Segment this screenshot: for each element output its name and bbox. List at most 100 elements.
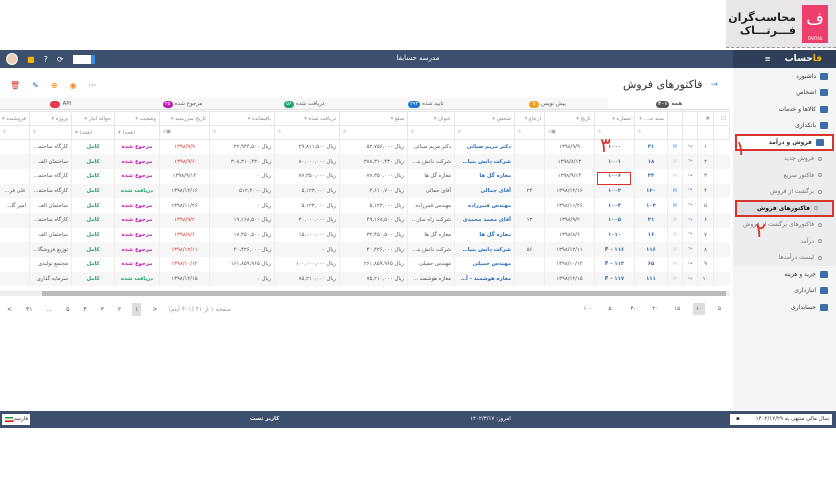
column-header[interactable]: تاریخ سررسید ▾	[159, 111, 210, 126]
sidebar-item[interactable]: درآمد	[733, 233, 836, 250]
document-link[interactable]: ۱۸	[634, 154, 668, 169]
column-header[interactable]: شماره ▾	[594, 111, 635, 126]
filter-input[interactable]: ⌕	[514, 125, 545, 140]
page-button[interactable]: ۴	[80, 303, 89, 316]
customer-link[interactable]: مغازه هوشمند - آقای	[454, 271, 515, 287]
invoice-number-link[interactable]: ۱۰۰۴	[594, 198, 635, 213]
document-link[interactable]: ۱۱۱	[634, 271, 668, 287]
customer-link[interactable]: مغازه گل ها	[454, 227, 515, 243]
fiscal-year-select[interactable]: سال مالی منتهی به ۱۴۰۲/۱۲/۲۹ ▪	[730, 414, 832, 425]
sidebar-item[interactable]: خرید و هزینه	[733, 266, 836, 283]
delete-icon[interactable]: 🗑	[10, 81, 20, 90]
filter-input[interactable]: (همه) ▾	[71, 125, 115, 140]
customer-link[interactable]: آقای محمد محمدی	[454, 212, 515, 228]
back-arrow-icon[interactable]: →	[710, 80, 718, 90]
row-checkbox[interactable]	[713, 183, 730, 199]
sidebar-item[interactable]: بانکداری	[733, 118, 836, 135]
message-icon[interactable]: ✉	[667, 227, 683, 243]
view-icon[interactable]: ◉	[70, 81, 77, 90]
filter-input[interactable]: ⌕	[454, 125, 515, 140]
invoice-number-link[interactable]: F - ۱۱۶	[594, 242, 635, 257]
sidebar-item[interactable]: انبارداری	[733, 283, 836, 300]
page-button[interactable]: ۳	[98, 303, 107, 316]
customer-link[interactable]: آقای جمالی	[454, 183, 515, 199]
invoice-number-link[interactable]: ۱۰۰۵	[594, 212, 635, 228]
row-checkbox[interactable]	[713, 271, 730, 287]
invoice-number-link[interactable]: ۱۰۱۰	[594, 227, 635, 243]
table-row[interactable]: ۸ ⤳ ✉ ۱۱۶ F - ۱۱۶ ۱۳۹۸/۱۲/۱۱ ۵۶ شرکت دانش بنیان…	[0, 242, 730, 257]
document-link[interactable]: ۶۵	[634, 257, 668, 272]
status-icon[interactable]: ⤳	[682, 183, 698, 199]
page-size-option[interactable]: ۱۰۰	[581, 303, 596, 315]
edit-icon[interactable]: ✎	[32, 81, 39, 90]
tab-5[interactable]: API۰	[0, 98, 122, 109]
row-checkbox[interactable]	[713, 212, 730, 228]
column-header[interactable]: تاریخ ▾	[544, 111, 595, 126]
status-icon[interactable]: ⤳	[682, 198, 698, 213]
document-link[interactable]: ۳۱	[634, 212, 668, 228]
message-icon[interactable]: ✉	[667, 242, 683, 257]
column-header[interactable]: عنوان ▾	[407, 111, 455, 126]
message-icon[interactable]: ✉	[667, 168, 683, 184]
calendar-icon[interactable]: ▣	[551, 129, 556, 135]
sidebar-item[interactable]: فاکتور سریع	[733, 167, 836, 184]
sidebar-item[interactable]: فاکتورهای فروش	[735, 200, 834, 217]
column-header[interactable]: #	[697, 111, 714, 126]
column-header[interactable]: ارجاع ▾	[514, 111, 545, 126]
document-link[interactable]: ۴۴	[634, 168, 668, 184]
filter-input[interactable]	[697, 125, 714, 140]
customer-link[interactable]: دکتر مریم صبائی	[454, 139, 515, 155]
column-header[interactable]: فروشنده ▾	[0, 111, 30, 126]
page-size-option[interactable]: ۳۰	[627, 303, 639, 315]
customer-link[interactable]: مغازه گل ها	[454, 168, 515, 184]
column-header[interactable]: شخص ▾	[454, 111, 515, 126]
tab-4[interactable]: مرجوع شده۲۵	[122, 98, 244, 109]
row-checkbox[interactable]	[713, 242, 730, 257]
invoice-number-link[interactable]: ۱۰۰۳	[594, 183, 635, 199]
calendar-icon[interactable]: ▣	[166, 129, 171, 135]
column-header[interactable]: دریافت شده ▾	[274, 111, 340, 126]
message-icon[interactable]: ✉	[667, 212, 683, 228]
filter-select[interactable]: (همه)	[122, 130, 135, 136]
more-icon[interactable]: ···	[89, 81, 97, 90]
row-checkbox[interactable]	[713, 227, 730, 243]
language-select[interactable]: فارسی	[2, 414, 30, 425]
table-row[interactable]: ۶ ⤳ ✉ ۳۱ ۱۰۰۵ ۱۳۹۸/۹/۲ ۱۳ آقای محمد محمدی شرکت ر…	[0, 212, 730, 228]
status-icon[interactable]: ⤳	[682, 212, 698, 228]
table-row[interactable]: ۱۰ ⤳ ✉ ۱۱۱ F - ۱۱۷ ۱۳۹۸/۱۲/۱۵ مغازه هوشمند - آ…	[0, 271, 730, 287]
document-link[interactable]: ۱۲۰	[634, 183, 668, 199]
table-row[interactable]: ۵ ⤳ ✉ ۱۰۳ ۱۰۰۴ ۱۳۹۸/۱۱/۲۶ مهندس قنبرزاده مهندس …	[0, 198, 730, 213]
document-link[interactable]: ۱۱۶	[634, 242, 668, 257]
page-button[interactable]: ۴۱	[23, 303, 35, 316]
status-icon[interactable]: ⤳	[682, 139, 698, 155]
row-checkbox[interactable]	[713, 139, 730, 155]
customer-link[interactable]: شرکت دانش بنیان ۰۰	[454, 242, 515, 257]
table-row[interactable]: ۷ ⤳ ✉ ۱۶ ۱۰۱۰ ۱۳۹۸/۸/۶ مغازه گل ها مغازه گل ها ر…	[0, 227, 730, 243]
message-icon[interactable]: ✉	[667, 139, 683, 155]
column-header[interactable]	[667, 111, 683, 126]
column-header[interactable]	[682, 111, 698, 126]
filter-input[interactable]: ⌕	[0, 125, 30, 140]
row-checkbox[interactable]	[713, 154, 730, 169]
sidebar-item[interactable]: فاکتورهای برگشت از فروش	[733, 216, 836, 233]
page-size-option[interactable]: ۱۰	[693, 303, 706, 315]
invoice-number-link[interactable]: F - ۱۱۷	[594, 271, 635, 287]
column-header[interactable]: سند حـ... ▾	[634, 111, 668, 126]
sidebar-item[interactable]: اشخاص	[733, 85, 836, 102]
sidebar-item[interactable]: لیست درآمدها	[733, 249, 836, 266]
page-button[interactable]: ۵	[63, 303, 72, 316]
page-size-option[interactable]: ۱۵	[671, 303, 683, 315]
filter-input[interactable]	[682, 125, 698, 140]
filter-input[interactable]: ⌕	[209, 125, 275, 140]
table-row[interactable]: ۲ ⤳ ✉ ۱۸ ۱۰۰۱ ۱۳۹۸/۸/۱۳ شرکت دانش بنیان ۰۰ شرکت…	[0, 154, 730, 169]
row-checkbox[interactable]	[713, 168, 730, 184]
filter-input[interactable]: ⌕	[274, 125, 340, 140]
sidebar-item[interactable]: فروش و درآمد	[735, 134, 834, 151]
message-icon[interactable]: ✉	[667, 154, 683, 169]
page-button[interactable]: ...	[43, 303, 55, 316]
filter-input[interactable]	[667, 125, 683, 140]
filter-select[interactable]: (همه)	[79, 130, 92, 136]
document-link[interactable]: ۱۶	[634, 227, 668, 243]
sidebar-item[interactable]: داشبورد	[733, 68, 836, 85]
next-page-button[interactable]: <	[4, 303, 15, 316]
